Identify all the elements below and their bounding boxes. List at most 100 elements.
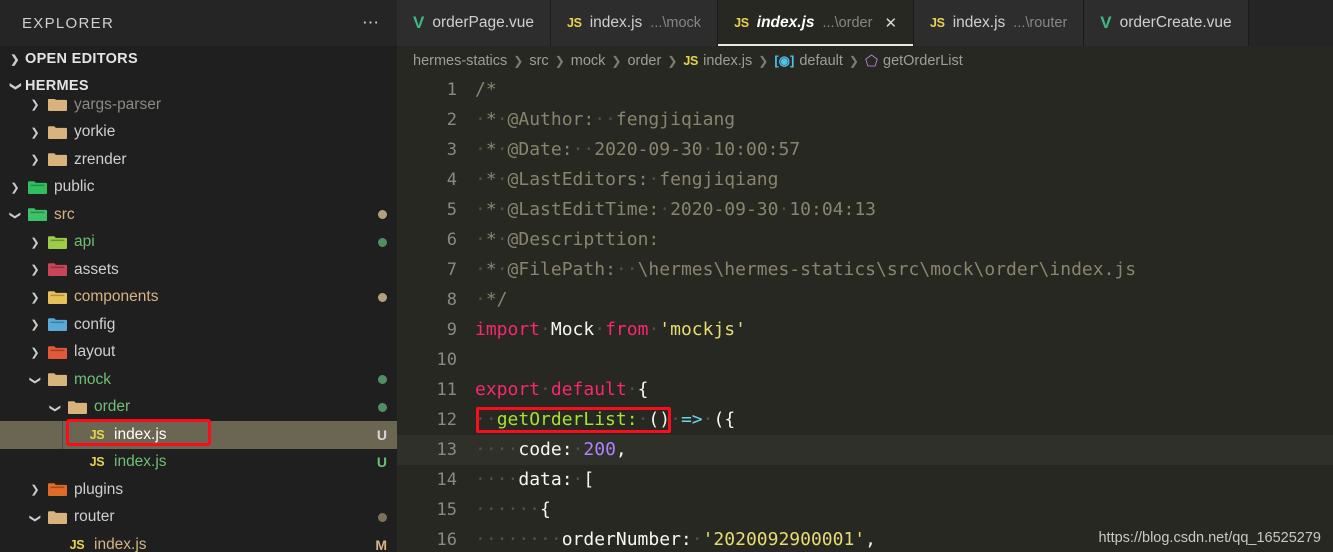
code-line-8[interactable]: 8 ·*/ xyxy=(397,285,1333,315)
tree-item-label: plugins xyxy=(74,480,124,498)
tree-file-index.js[interactable]: JS index.js U xyxy=(0,421,397,449)
code-token: · xyxy=(540,379,551,400)
code-line-4[interactable]: 4 ·*·@LastEditors:·fengjiqiang xyxy=(397,165,1333,195)
sidebar-section-hermes[interactable]: HERMES xyxy=(0,73,397,100)
line-content: ·*·@FilePath:··\hermes\hermes-statics\sr… xyxy=(475,255,1333,285)
code-token: @Descripttion: xyxy=(507,229,660,250)
code-token: getOrderList: xyxy=(496,409,638,430)
code-line-9[interactable]: 9 import·Mock·from·'mockjs' xyxy=(397,315,1333,345)
ellipsis-icon[interactable]: ⋯ xyxy=(362,14,381,31)
sidebar-section-open-editors[interactable]: OPEN EDITORS xyxy=(0,46,397,73)
tree-folder-public[interactable]: public xyxy=(0,174,397,202)
chevron-right-icon[interactable] xyxy=(25,99,45,111)
code-token: · xyxy=(648,319,660,340)
code-line-5[interactable]: 5 ·*·@LastEditTime:·2020-09-30·10:04:13 xyxy=(397,195,1333,225)
tree-folder-components[interactable]: components xyxy=(0,284,397,312)
js-file-icon: JS xyxy=(567,16,582,30)
code-line-1[interactable]: 1 /* xyxy=(397,75,1333,105)
chevron-down-icon[interactable] xyxy=(5,208,25,221)
code-line-13[interactable]: 13 ····code:·200, xyxy=(397,435,1333,465)
tree-folder-yargs-parser[interactable]: yargs-parser xyxy=(0,99,397,119)
chevron-down-icon[interactable] xyxy=(25,511,45,524)
chevron-right-icon[interactable] xyxy=(25,483,45,496)
code-line-14[interactable]: 14 ····data:·[ xyxy=(397,465,1333,495)
code-token: 2020-09-30 xyxy=(670,199,779,220)
tree-folder-api[interactable]: api xyxy=(0,229,397,257)
editor-tab-orderCreate-vue[interactable]: VorderCreate.vue xyxy=(1084,0,1249,46)
line-number: 2 xyxy=(446,110,457,130)
code-token: data: xyxy=(518,469,573,490)
folder-api-icon xyxy=(45,235,69,250)
code-token: · xyxy=(626,379,638,400)
chevron-right-icon[interactable] xyxy=(25,346,45,359)
chevron-right-icon[interactable] xyxy=(5,181,25,194)
tree-item-label: assets xyxy=(74,260,119,278)
breadcrumb-item-mock[interactable]: mock xyxy=(571,53,606,69)
tree-folder-router[interactable]: router xyxy=(0,504,397,532)
code-line-11[interactable]: 11 export·default·{ xyxy=(397,375,1333,405)
chevron-right-icon[interactable] xyxy=(25,236,45,249)
code-line-15[interactable]: 15 ······{ xyxy=(397,495,1333,525)
code-line-7[interactable]: 7 ·*·@FilePath:··\hermes\hermes-statics\s… xyxy=(397,255,1333,285)
code-line-2[interactable]: 2 ·*·@Author:··fengjiqiang xyxy=(397,105,1333,135)
breadcrumb-item-default[interactable]: [◉] default xyxy=(774,53,843,69)
tree-item-label: order xyxy=(94,398,131,416)
breadcrumb-item-index-js[interactable]: JS index.js xyxy=(683,53,752,69)
chevron-down-icon[interactable] xyxy=(45,401,65,414)
folder-plugins-icon xyxy=(45,482,69,497)
tree-folder-zrender[interactable]: zrender xyxy=(0,146,397,174)
close-icon[interactable]: ✕ xyxy=(884,14,897,32)
code-token: · xyxy=(637,409,649,430)
tree-folder-mock[interactable]: mock xyxy=(0,366,397,394)
chevron-right-icon[interactable] xyxy=(25,263,45,276)
tree-file-index.js[interactable]: JS index.js M xyxy=(0,531,397,552)
chevron-right-icon[interactable] xyxy=(25,153,45,166)
tree-folder-layout[interactable]: layout xyxy=(0,339,397,367)
tree-folder-src[interactable]: src xyxy=(0,201,397,229)
line-number: 14 xyxy=(436,470,457,490)
tree-item-label: index.js xyxy=(114,425,167,443)
breadcrumb-item-order[interactable]: order xyxy=(627,53,661,69)
git-status-dot xyxy=(378,402,387,412)
tab-label: index.js xyxy=(589,14,643,31)
editor-tab-orderPage-vue[interactable]: VorderPage.vue xyxy=(397,0,552,46)
editor-tab-index-js-mock[interactable]: JS index.js ...\mock xyxy=(551,0,719,46)
code-token: · xyxy=(670,409,681,430)
editor-tab-index-js-router[interactable]: JS index.js ...\router xyxy=(914,0,1085,46)
code-line-10[interactable]: 10 xyxy=(397,345,1333,375)
page-title: EXPLORER xyxy=(22,14,115,32)
code-line-3[interactable]: 3 ·*·@Date:··2020-09-30·10:00:57 xyxy=(397,135,1333,165)
js-file-icon: JS xyxy=(69,537,85,552)
code-token: orderNumber: xyxy=(561,529,692,550)
line-number: 1 xyxy=(446,80,457,100)
chevron-down-icon[interactable] xyxy=(25,373,45,386)
breadcrumb[interactable]: hermes-statics ❯ src ❯ mock ❯ order ❯ JS index.js… xyxy=(397,46,1333,75)
tree-folder-assets[interactable]: assets xyxy=(0,256,397,284)
code-line-12[interactable]: 12 ··getOrderList:·()·=>·({ xyxy=(397,405,1333,435)
tree-item-label: layout xyxy=(74,343,116,361)
editor-tab-bar[interactable]: VorderPage.vue JS index.js ...\mock JS index.… xyxy=(397,0,1333,46)
tree-file-index.js[interactable]: JS index.js U xyxy=(0,449,397,477)
chevron-right-icon[interactable] xyxy=(25,291,45,304)
code-token: · xyxy=(702,409,714,430)
breadcrumb-item-src[interactable]: src xyxy=(529,53,548,69)
code-token: · xyxy=(648,169,660,190)
editor-tab-index-js-order[interactable]: JS index.js ...\order ✕ xyxy=(718,0,915,46)
line-content: ····data:·[ xyxy=(475,465,1333,495)
code-token: { xyxy=(540,499,551,520)
code-token: ·· xyxy=(475,409,497,430)
code-token: @Author: xyxy=(507,109,595,130)
chevron-right-icon[interactable] xyxy=(25,318,45,331)
tree-folder-yorkie[interactable]: yorkie xyxy=(0,119,397,147)
tree-folder-order[interactable]: order xyxy=(0,394,397,422)
breadcrumb-item-hermes-statics[interactable]: hermes-statics xyxy=(413,53,507,69)
file-tree[interactable]: yargs-parser yorkie zrender public src api ass… xyxy=(0,99,397,552)
tree-folder-plugins[interactable]: plugins xyxy=(0,476,397,504)
code-editor[interactable]: 1/* 2 ·*·@Author:··fengjiqiang 3 ·*·@Date:··… xyxy=(397,75,1333,552)
breadcrumb-item-getOrderList[interactable]: ⬠ getOrderList xyxy=(865,52,963,70)
chevron-right-icon[interactable] xyxy=(25,126,45,139)
code-line-6[interactable]: 6 ·*·@Descripttion: xyxy=(397,225,1333,255)
tree-folder-config[interactable]: config xyxy=(0,311,397,339)
